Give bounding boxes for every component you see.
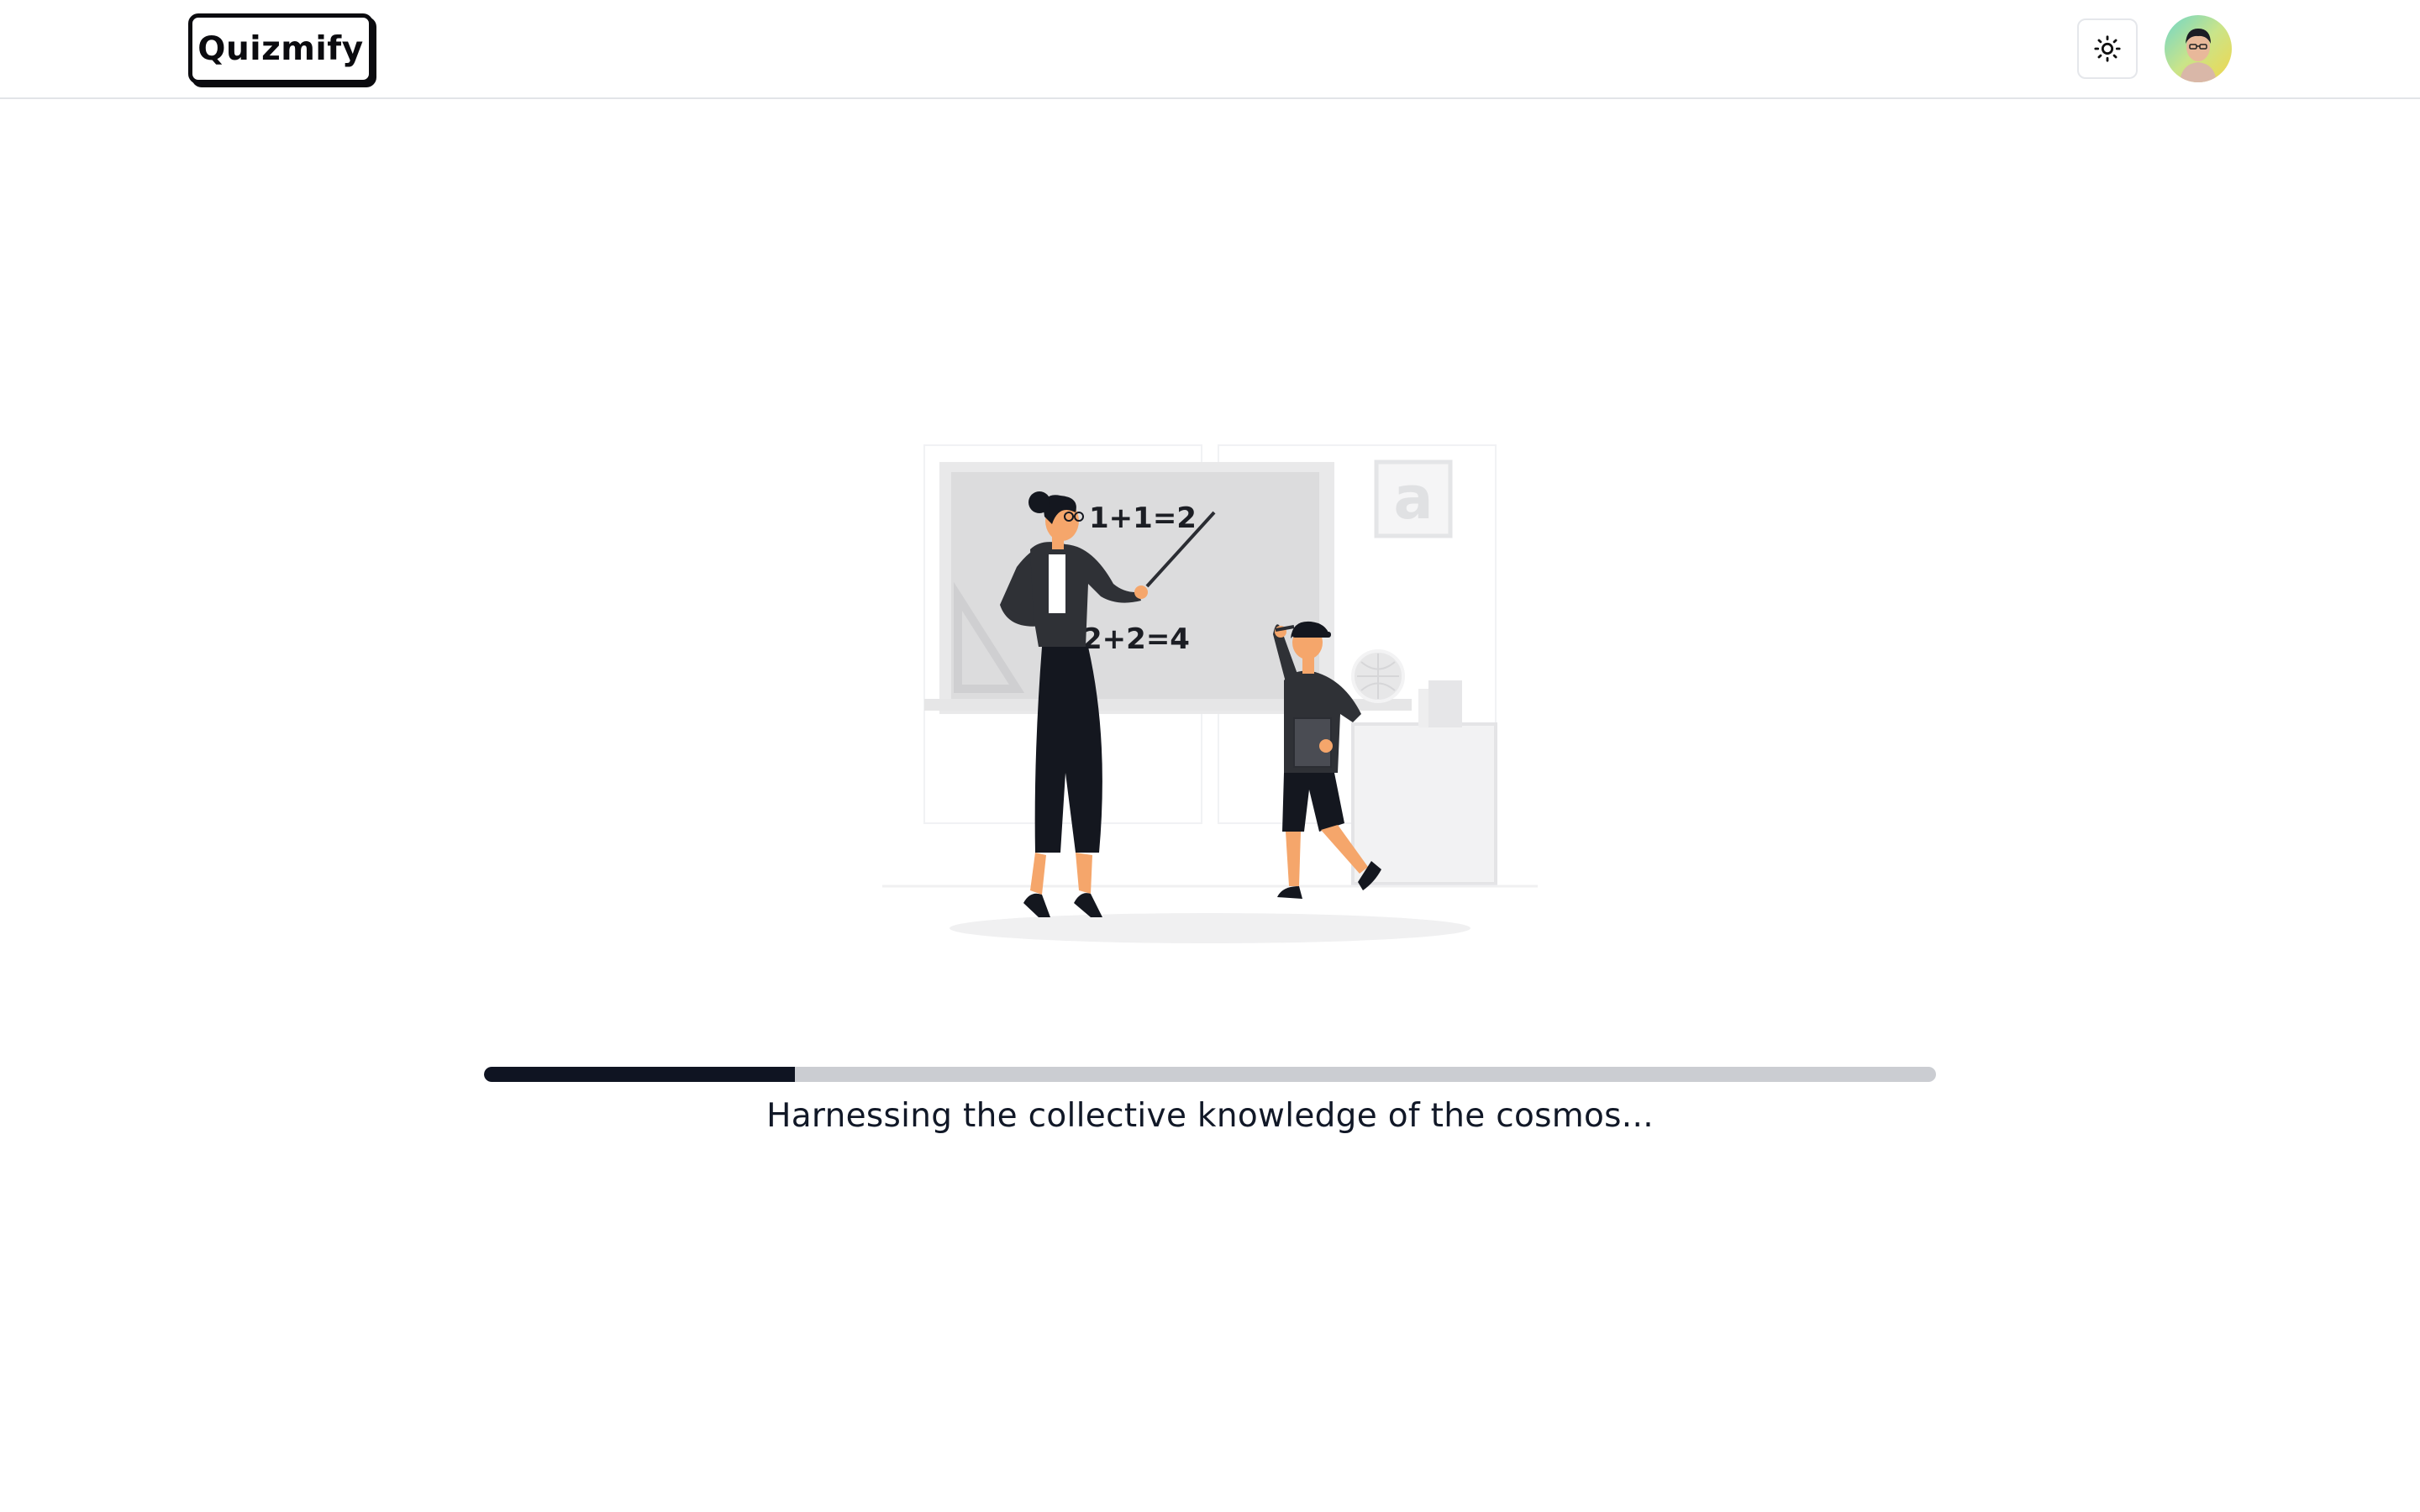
sun-icon: [2094, 35, 2121, 62]
navbar: Quizmify: [0, 0, 2420, 99]
theme-toggle-button[interactable]: [2077, 18, 2138, 79]
cabinet: [1351, 722, 1497, 885]
board-equation-2: 2+2=4: [1082, 622, 1190, 656]
board-equation-1: 1+1=2: [1089, 501, 1197, 535]
user-avatar[interactable]: [2165, 15, 2232, 82]
books: [1428, 680, 1462, 727]
floor-shadow: [950, 913, 1470, 943]
loading-progress-fill: [484, 1067, 795, 1082]
poster-letter: a: [1393, 464, 1433, 533]
teacher-student-illustration: a 1+1=2 2+2=4: [874, 437, 1546, 958]
avatar-image: [2165, 15, 2232, 82]
logo-link[interactable]: Quizmify: [188, 13, 373, 84]
loading-status-text: Harnessing the collective knowledge of t…: [766, 1097, 1654, 1135]
loading-progress-bar: [484, 1067, 1936, 1082]
